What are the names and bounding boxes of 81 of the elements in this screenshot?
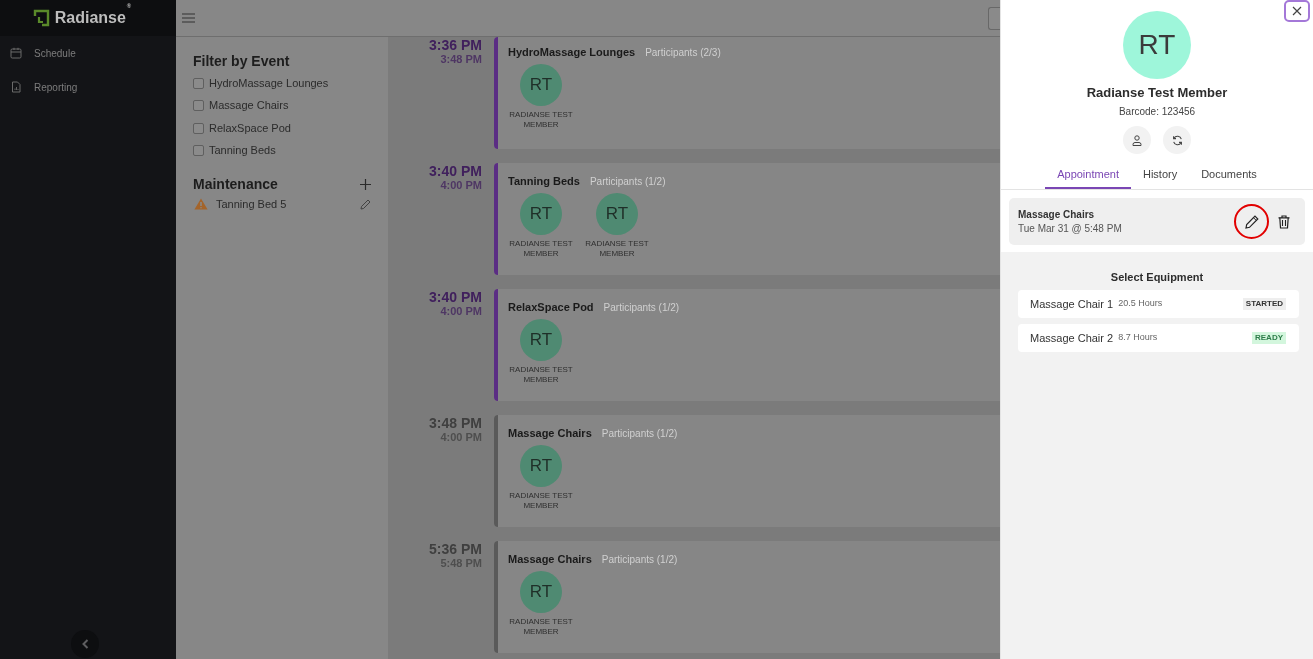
pencil-icon (360, 198, 371, 210)
add-button[interactable] (359, 178, 371, 191)
event-title: Tanning Beds (508, 174, 580, 188)
equipment-name: Massage Chair 2 (1030, 330, 1114, 346)
tab[interactable]: History (1130, 162, 1190, 189)
participants-count: Participants (1/2) (601, 427, 678, 441)
input-field[interactable] (988, 6, 1000, 30)
member-name: RADIANSE TEST MEMBER (508, 365, 574, 385)
end-time: 4:00 PM (440, 305, 482, 318)
participants-count: Participants (2/3) (645, 46, 721, 60)
avatar[interactable]: RT (596, 193, 638, 235)
start-time: 3:36 PM (429, 37, 482, 53)
participants-count: Participants (1/2) (603, 301, 680, 315)
checkbox[interactable] (193, 100, 204, 112)
avatar[interactable]: RT (520, 319, 562, 361)
appointment-title: Massage Chairs (1018, 208, 1096, 221)
avatar[interactable]: RT (520, 64, 562, 106)
filter-option-label: HydroMassage Lounges (209, 76, 329, 90)
logo-icon (32, 9, 50, 27)
event-title: Massage Chairs (508, 552, 592, 566)
close-button[interactable] (1284, 0, 1310, 22)
plus-icon (359, 179, 371, 190)
start-time: 3:48 PM (429, 415, 482, 431)
member-name: RADIANSE TEST MEMBER (508, 491, 574, 511)
nav-link[interactable]: Schedule (0, 36, 176, 70)
section-heading: Filter by Event (193, 53, 291, 70)
participants-count: Participants (1/2) (601, 553, 678, 567)
start-time: 3:40 PM (429, 163, 482, 179)
status-badge: READY (1252, 332, 1286, 344)
checkbox[interactable] (193, 145, 204, 157)
status-badge: STARTED (1242, 298, 1286, 310)
chevron-left-icon (81, 639, 89, 649)
checkbox[interactable] (193, 77, 204, 89)
person-icon (1132, 134, 1142, 146)
pencil-icon (1244, 214, 1259, 229)
equipment-name: Massage Chair 1 (1030, 296, 1114, 312)
member-name: Radianse Test Member (1085, 85, 1229, 101)
close-icon (1292, 6, 1302, 16)
event-title: RelaxSpace Pod (508, 300, 594, 314)
trash-icon (1278, 214, 1290, 229)
avatar[interactable]: RT (520, 193, 562, 235)
profile-button[interactable] (1123, 126, 1151, 154)
filter-option-label: Massage Chairs (209, 99, 289, 113)
equipment-hours: 20.5 Hours (1118, 297, 1163, 311)
menu-icon (181, 13, 195, 23)
refresh-icon (1171, 134, 1183, 146)
member-name: RADIANSE TEST MEMBER (508, 617, 574, 637)
event-title: Massage Chairs (508, 426, 592, 440)
member-name: RADIANSE TEST MEMBER (584, 239, 650, 259)
equipment-row[interactable]: Massage Chair 2 8.7 Hours READY (1018, 324, 1299, 352)
member-name: RADIANSE TEST MEMBER (508, 239, 574, 259)
tab[interactable]: Appointment (1045, 162, 1131, 189)
equipment-hours: 8.7 Hours (1118, 331, 1158, 345)
avatar[interactable]: RT (520, 571, 562, 613)
edit-button[interactable] (1234, 204, 1269, 239)
refresh-button[interactable] (1163, 126, 1191, 154)
event-title: HydroMassage Lounges (508, 45, 636, 59)
start-time: 3:40 PM (429, 289, 482, 305)
filter-option-label: Tanning Beds (209, 144, 276, 158)
document-icon (10, 81, 22, 93)
participants-count: Participants (1/2) (589, 175, 666, 189)
warning-icon (194, 198, 208, 210)
avatar[interactable]: RT (520, 445, 562, 487)
checkbox[interactable] (193, 122, 204, 134)
start-time: 5:36 PM (429, 541, 482, 557)
member-name: RADIANSE TEST MEMBER (508, 110, 574, 130)
calendar-icon (10, 47, 22, 59)
filter-option-label: RelaxSpace Pod (209, 121, 291, 135)
appointment-time: Tue Mar 31 @ 5:48 PM (1018, 222, 1122, 235)
nav-link[interactable]: Reporting (0, 70, 176, 104)
section-heading: Maintenance (193, 176, 278, 193)
avatar: RT (1123, 11, 1191, 79)
menu-button[interactable] (181, 12, 195, 24)
maintenance-item-label: Tanning Bed 5 (216, 196, 287, 212)
tab[interactable]: Documents (1189, 162, 1269, 189)
equipment-row[interactable]: Massage Chair 1 20.5 Hours STARTED (1018, 290, 1299, 318)
section-heading: Select Equipment (1109, 270, 1205, 284)
end-time: 4:00 PM (440, 179, 482, 192)
barcode-text: Barcode: 123456 (1117, 106, 1197, 118)
collapse-button[interactable] (71, 630, 99, 658)
end-time: 3:48 PM (440, 53, 482, 66)
